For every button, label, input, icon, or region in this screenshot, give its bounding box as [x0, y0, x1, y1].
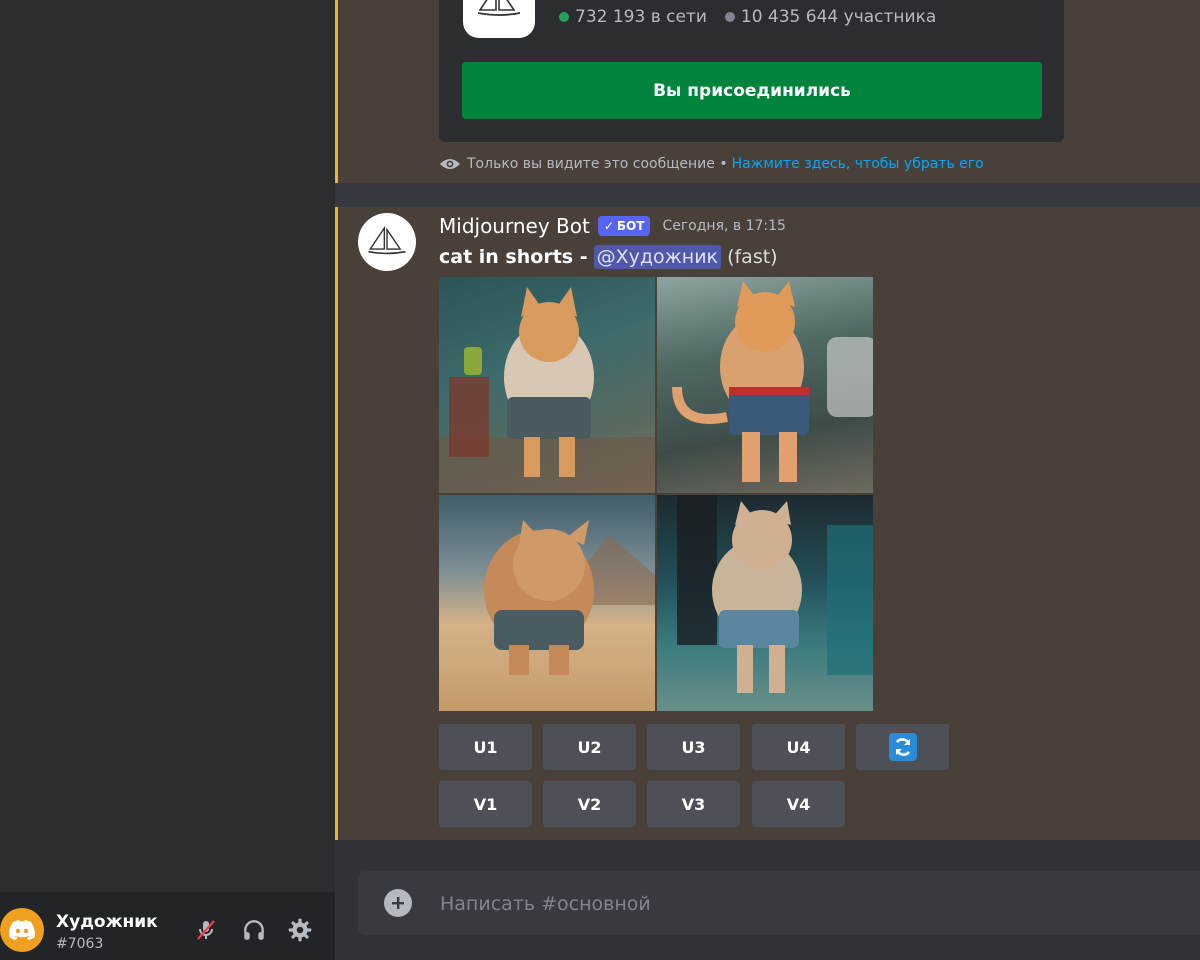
mention-highlight-bar — [335, 207, 338, 840]
server-invite-embed: 732 193 в сети 10 435 644 участника Вы п… — [439, 0, 1064, 142]
variation-button-2[interactable]: V2 — [543, 781, 636, 827]
variation-button-3[interactable]: V3 — [647, 781, 740, 827]
upscale-button-4[interactable]: U4 — [752, 724, 845, 770]
user-tag: #7063 — [56, 936, 104, 952]
ephemeral-text: Только вы видите это сообщение • — [467, 156, 728, 172]
mode-text: (fast) — [727, 246, 778, 268]
image-grid[interactable] — [439, 277, 874, 712]
message-input[interactable] — [438, 871, 1200, 937]
user-mention[interactable]: @Художник — [593, 245, 722, 269]
cat-image-illustration — [677, 495, 873, 693]
joined-button[interactable]: Вы присоединились — [462, 62, 1042, 119]
online-dot — [559, 12, 569, 22]
upscale-button-1[interactable]: U1 — [439, 724, 532, 770]
bot-avatar[interactable] — [358, 213, 416, 271]
reroll-button[interactable] — [856, 724, 949, 770]
members-dot — [724, 12, 735, 22]
variation-button-4[interactable]: V4 — [752, 781, 845, 827]
user-panel: Художник #7063 — [0, 892, 335, 960]
generated-image-3[interactable] — [439, 495, 655, 711]
channel-sidebar: Художник #7063 — [0, 0, 335, 960]
member-count: 10 435 644 участника — [740, 7, 937, 27]
bot-badge: ✓ БОТ — [597, 216, 651, 236]
message-header: Midjourney Bot ✓ БОТ Сегодня, в 17:15 — [439, 214, 786, 238]
dismiss-message-link[interactable]: Нажмите здесь, чтобы убрать его — [732, 156, 984, 172]
discord-logo-icon — [9, 920, 35, 940]
cat-image-illustration — [672, 281, 873, 482]
plus-icon — [392, 897, 404, 909]
headset-button[interactable] — [240, 916, 268, 944]
message-timestamp: Сегодня, в 17:15 — [662, 218, 786, 234]
prompt-text: cat in shorts - — [439, 246, 588, 268]
generated-image-4[interactable] — [657, 495, 873, 711]
cat-image-illustration — [439, 287, 655, 493]
reroll-icon — [888, 733, 917, 761]
generated-image-2[interactable] — [657, 277, 873, 493]
upscale-button-3[interactable]: U3 — [647, 724, 740, 770]
sailboat-icon — [477, 0, 521, 16]
server-icon — [463, 0, 535, 38]
gear-icon — [288, 918, 312, 942]
mention-highlight-bar — [335, 0, 338, 183]
verified-check-icon: ✓ — [603, 219, 614, 233]
online-count: 732 193 в сети — [575, 7, 707, 27]
add-attachment-button[interactable] — [384, 889, 412, 917]
sailboat-icon — [368, 225, 406, 255]
message-divider — [335, 183, 1200, 207]
mic-muted-icon — [197, 920, 215, 940]
author-name[interactable]: Midjourney Bot — [439, 214, 590, 238]
cat-image-illustration — [484, 520, 655, 675]
upscale-button-2[interactable]: U2 — [543, 724, 636, 770]
chat-messages: 732 193 в сети 10 435 644 участника Вы п… — [335, 0, 1200, 840]
user-settings-button[interactable] — [286, 916, 314, 944]
message-composer — [335, 840, 1200, 960]
bot-badge-label: БОТ — [616, 219, 645, 233]
variation-button-1[interactable]: V1 — [439, 781, 532, 827]
username: Художник — [56, 912, 158, 932]
eye-icon — [440, 159, 460, 169]
message-input-container — [358, 871, 1200, 937]
ephemeral-notice: Только вы видите это сообщение • Нажмите… — [439, 156, 984, 172]
generated-image-1[interactable] — [439, 277, 655, 493]
message-content: cat in shorts - @Художник (fast) — [439, 245, 778, 269]
mute-mic-button[interactable] — [192, 916, 220, 944]
user-avatar[interactable] — [0, 908, 44, 952]
headphones-icon — [244, 920, 264, 940]
server-stats: 732 193 в сети 10 435 644 участника — [559, 7, 936, 27]
